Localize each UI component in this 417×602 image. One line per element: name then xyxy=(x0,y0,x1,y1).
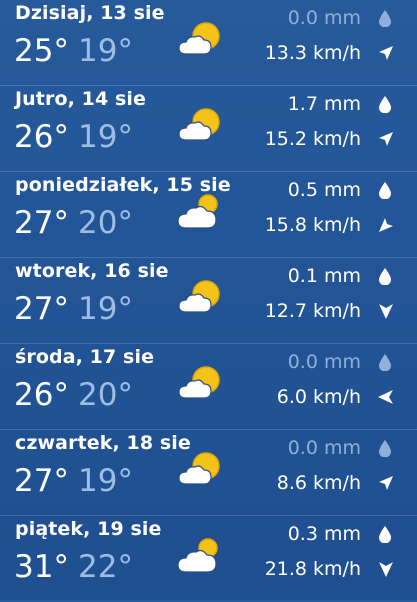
precipitation: 0.5 mm xyxy=(287,179,361,201)
day-row[interactable]: Jutro, 14 sie 26° 19° 1.7 mm 15.2 km/h xyxy=(0,86,417,172)
max-temperature: 26° xyxy=(14,377,69,413)
min-temperature: 22° xyxy=(78,549,133,585)
sun-cloud-icon xyxy=(178,22,220,55)
day-label: czwartek, 18 sie xyxy=(15,432,191,454)
wind-direction-icon xyxy=(378,390,393,404)
day-label: Jutro, 14 sie xyxy=(15,88,146,110)
raindrop-icon xyxy=(379,526,391,543)
wind-speed: 21.8 km/h xyxy=(264,558,361,580)
precipitation: 0.1 mm xyxy=(287,265,361,287)
raindrop-icon xyxy=(379,96,391,113)
day-row[interactable]: piątek, 19 sie 31° 22° 0.3 mm 21.8 km/h xyxy=(0,516,417,602)
wind-speed: 6.0 km/h xyxy=(276,386,361,408)
raindrop-icon xyxy=(379,440,391,457)
wind-speed: 12.7 km/h xyxy=(264,300,361,322)
day-row[interactable]: wtorek, 16 sie 27° 19° 0.1 mm 12.7 km/h xyxy=(0,258,417,344)
wind-direction-icon xyxy=(379,132,393,146)
forecast-list: Dzisiaj, 13 sie 25° 19° 0.0 mm 13.3 km/h… xyxy=(0,0,417,600)
cloud-sun-icon xyxy=(177,194,218,229)
wind-speed: 15.2 km/h xyxy=(264,128,361,150)
min-temperature: 19° xyxy=(78,291,133,327)
wind-direction-icon xyxy=(379,218,393,232)
min-temperature: 19° xyxy=(78,119,133,155)
min-temperature: 20° xyxy=(78,377,133,413)
day-row[interactable]: Dzisiaj, 13 sie 25° 19° 0.0 mm 13.3 km/h xyxy=(0,0,417,86)
wind-speed: 15.8 km/h xyxy=(264,214,361,236)
sun-cloud-icon xyxy=(178,280,220,313)
wind-speed: 8.6 km/h xyxy=(276,472,361,494)
wind-direction-icon xyxy=(379,304,393,319)
max-temperature: 27° xyxy=(14,205,69,241)
max-temperature: 26° xyxy=(14,119,69,155)
precipitation: 0.0 mm xyxy=(287,437,361,459)
precipitation: 0.0 mm xyxy=(287,7,361,29)
sun-cloud-icon xyxy=(178,366,220,399)
max-temperature: 27° xyxy=(14,291,69,327)
day-row[interactable]: czwartek, 18 sie 27° 19° 0.0 mm 8.6 km/h xyxy=(0,430,417,516)
max-temperature: 27° xyxy=(14,463,69,499)
min-temperature: 20° xyxy=(78,205,133,241)
day-label: piątek, 19 sie xyxy=(15,518,162,540)
raindrop-icon xyxy=(379,354,391,371)
raindrop-icon xyxy=(379,10,391,27)
precipitation: 1.7 mm xyxy=(287,93,361,115)
wind-direction-icon xyxy=(379,46,393,60)
wind-direction-icon xyxy=(379,476,393,490)
sun-cloud-icon xyxy=(178,108,220,141)
wind-direction-icon xyxy=(379,562,393,577)
day-row[interactable]: poniedziałek, 15 sie 27° 20° 0.5 mm 15.8… xyxy=(0,172,417,258)
precipitation: 0.3 mm xyxy=(287,523,361,545)
sun-cloud-icon xyxy=(178,452,220,485)
wind-speed: 13.3 km/h xyxy=(264,42,361,64)
day-label: wtorek, 16 sie xyxy=(15,260,169,282)
raindrop-icon xyxy=(379,268,391,285)
raindrop-icon xyxy=(379,182,391,199)
precipitation: 0.0 mm xyxy=(287,351,361,373)
max-temperature: 25° xyxy=(14,33,69,69)
day-label: środa, 17 sie xyxy=(15,346,155,368)
cloud-sun-icon xyxy=(177,538,218,573)
min-temperature: 19° xyxy=(78,33,133,69)
day-label: Dzisiaj, 13 sie xyxy=(15,2,165,24)
day-row[interactable]: środa, 17 sie 26° 20° 0.0 mm 6.0 km/h xyxy=(0,344,417,430)
min-temperature: 19° xyxy=(78,463,133,499)
max-temperature: 31° xyxy=(14,549,69,585)
